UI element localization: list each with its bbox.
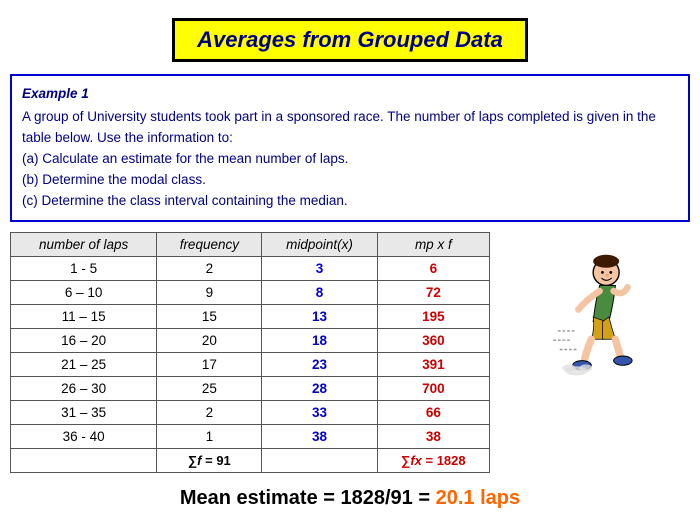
cell-mp: 28: [262, 376, 377, 400]
cell-laps: 1 - 5: [11, 256, 157, 280]
cell-laps: 26 – 30: [11, 376, 157, 400]
cell-freq: 20: [157, 328, 262, 352]
sum-empty-2: [262, 448, 377, 472]
cell-mp: 18: [262, 328, 377, 352]
cell-laps: 16 – 20: [11, 328, 157, 352]
table-row: 31 – 3523366: [11, 400, 490, 424]
sum-row: ∑f = 91 ∑fx = 1828: [11, 448, 490, 472]
example-text: A group of University students took part…: [22, 109, 656, 208]
cell-freq: 1: [157, 424, 262, 448]
cell-laps: 21 – 25: [11, 352, 157, 376]
sum-empty-1: [11, 448, 157, 472]
col-header-mpf: mp x f: [377, 232, 489, 256]
cell-laps: 36 - 40: [11, 424, 157, 448]
cell-laps: 31 – 35: [11, 400, 157, 424]
cell-mp: 13: [262, 304, 377, 328]
table-row: 16 – 202018360: [11, 328, 490, 352]
col-header-mp: midpoint(x): [262, 232, 377, 256]
mean-value: 20.1 laps: [436, 487, 521, 509]
mean-text: Mean estimate = 1828/91 =: [180, 487, 436, 509]
cell-freq: 9: [157, 280, 262, 304]
cell-mp: 33: [262, 400, 377, 424]
cell-mpf: 360: [377, 328, 489, 352]
cell-mpf: 72: [377, 280, 489, 304]
cell-mpf: 6: [377, 256, 489, 280]
table-row: 26 – 302528700: [11, 376, 490, 400]
cell-freq: 2: [157, 256, 262, 280]
sum-mpf: ∑fx = 1828: [377, 448, 489, 472]
runner-icon: [535, 252, 655, 382]
title-container: Averages from Grouped Data: [0, 0, 700, 74]
cell-freq: 25: [157, 376, 262, 400]
content-area: number of laps frequency midpoint(x) mp …: [10, 232, 690, 473]
cell-laps: 6 – 10: [11, 280, 157, 304]
sum-freq: ∑f = 91: [157, 448, 262, 472]
table-row: 36 - 4013838: [11, 424, 490, 448]
cell-mpf: 700: [377, 376, 489, 400]
page-title: Averages from Grouped Data: [172, 18, 528, 62]
cell-mp: 8: [262, 280, 377, 304]
cell-laps: 11 – 15: [11, 304, 157, 328]
cell-mpf: 38: [377, 424, 489, 448]
data-table: number of laps frequency midpoint(x) mp …: [10, 232, 490, 473]
table-row: 21 – 251723391: [11, 352, 490, 376]
cell-mpf: 66: [377, 400, 489, 424]
table-row: 1 - 5236: [11, 256, 490, 280]
table-row: 11 – 151513195: [11, 304, 490, 328]
mean-estimate: Mean estimate = 1828/91 = 20.1 laps: [0, 487, 700, 518]
example-box: Example 1 A group of University students…: [10, 74, 690, 222]
cell-mp: 38: [262, 424, 377, 448]
col-header-freq: frequency: [157, 232, 262, 256]
example-label: Example 1: [22, 84, 678, 105]
col-header-laps: number of laps: [11, 232, 157, 256]
table-row: 6 – 109872: [11, 280, 490, 304]
cell-freq: 2: [157, 400, 262, 424]
cell-mp: 3: [262, 256, 377, 280]
cell-mpf: 391: [377, 352, 489, 376]
runner-area: [490, 232, 690, 382]
cell-mpf: 195: [377, 304, 489, 328]
cell-freq: 17: [157, 352, 262, 376]
cell-mp: 23: [262, 352, 377, 376]
cell-freq: 15: [157, 304, 262, 328]
table-header-row: number of laps frequency midpoint(x) mp …: [11, 232, 490, 256]
